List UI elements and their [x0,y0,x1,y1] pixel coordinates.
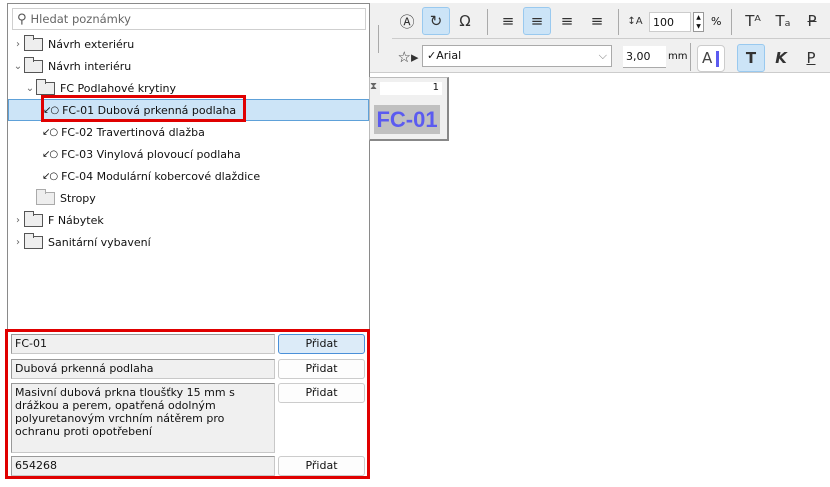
tree-item-label: FC-03 Vinylová plovoucí podlaha [61,147,241,161]
hourglass-icon: ⧗ [370,81,378,92]
tree-item-label: FC-04 Modulární kobercové dlaždice [61,169,261,183]
special-character-icon[interactable]: Ω [451,7,479,35]
chevron-right-icon[interactable]: › [12,237,24,248]
tree-item[interactable]: › Sanitární vybavení [8,231,369,253]
text-color-button[interactable]: A [697,45,725,72]
tree-item[interactable]: › F Nábytek [8,209,369,231]
folder-icon [24,210,43,227]
search-input[interactable]: ⚲ Hledat poznámky [12,8,366,30]
strikethrough-icon[interactable]: P [798,7,826,35]
bold-button[interactable]: T [737,44,765,72]
name-field[interactable]: Dubová prkenná podlaha [11,359,275,379]
spacing-stepper[interactable]: ▲ ▼ [693,12,704,32]
tree-item-label: Návrh interiéru [48,59,132,73]
tree-item-label: Sanitární vybavení [48,235,151,249]
rotate-text-icon[interactable]: ↻ [422,7,450,35]
check-icon: ✓ [427,49,437,62]
add-code-button[interactable]: Přidat [278,334,365,354]
tree-item-label: Stropy [60,191,96,205]
folder-icon [24,34,43,51]
line-spacing-input[interactable]: 100 [649,12,691,32]
tree-item[interactable]: ↙○ FC-02 Travertinová dlažba [8,121,369,143]
folder-icon [36,78,55,95]
add-description-button[interactable]: Přidat [278,383,365,403]
tree-item-label: Návrh exteriéru [48,37,135,51]
font-size-input[interactable]: 3,00 [623,46,666,68]
subscript-icon[interactable]: Tₐ [769,7,797,35]
note-leader-icon: ↙○ [42,126,58,138]
chevron-down-icon[interactable]: ⌄ [12,61,24,72]
chevron-down-icon[interactable]: ⌄ [24,83,36,94]
align-left-icon[interactable]: ≡ [494,7,522,35]
folder-icon [24,232,43,249]
tree-item[interactable]: › Návrh exteriéru [8,33,369,55]
spacing-unit: % [711,15,722,28]
tree-item[interactable]: Stropy [8,187,369,209]
tag-index: 1 [380,82,442,95]
number-field[interactable]: 654268 [11,456,275,476]
line-spacing-icon: ↕A [627,15,643,27]
favorites-star-icon[interactable]: ☆▸ [394,43,422,71]
align-right-icon[interactable]: ≡ [553,7,581,35]
folder-icon [24,56,43,73]
tag-code: FC-01 [374,105,440,134]
add-name-button[interactable]: Přidat [278,359,365,379]
font-select[interactable]: ✓Arial ⌵ [422,45,612,67]
code-field[interactable]: FC-01 [11,334,275,354]
note-leader-icon: ↙○ [42,148,58,160]
superscript-icon[interactable]: Tᴬ [739,7,767,35]
tree-item-label: F Nábytek [48,213,104,227]
chevron-down-icon: ⌵ [598,49,607,62]
tree-item[interactable]: ↙○ FC-03 Vinylová plovoucí podlaha [8,143,369,165]
tree-item-label: FC Podlahové krytiny [60,81,176,95]
add-number-button[interactable]: Přidat [278,456,365,476]
search-icon: ⚲ [17,11,27,27]
text-anchor-icon[interactable]: Ⓐ [393,7,421,35]
tree-item-label: FC-02 Travertinová dlažba [61,125,205,139]
italic-button[interactable]: K [767,44,795,72]
selection-highlight-box [41,95,246,122]
chevron-right-icon[interactable]: › [12,215,24,226]
note-leader-icon: ↙○ [42,170,58,182]
tree-item[interactable]: ↙○ FC-04 Modulární kobercové dlaždice [8,165,369,187]
description-field[interactable]: Masivní dubová prkna tloušťky 15 mm s dr… [11,383,275,453]
detail-panel: FC-01 Přidat Dubová prkenná podlaha Přid… [5,329,370,479]
underline-button[interactable]: P [797,44,825,72]
folder-icon [36,188,55,205]
chevron-right-icon[interactable]: › [12,39,24,50]
align-center-icon[interactable]: ≡ [523,7,551,35]
tag-preview: ⧗ 1 FC-01 [369,77,449,141]
size-unit: mm [668,51,688,62]
justify-icon[interactable]: ≡ [583,7,611,35]
text-toolbar: Ⓐ ↻ Ω ≡ ≡ ≡ ≡ ↕A 100 ▲ ▼ % Tᴬ Tₐ P ☆▸ ✓Ar… [370,3,830,73]
tree-item[interactable]: ⌄ Návrh interiéru [8,55,369,77]
